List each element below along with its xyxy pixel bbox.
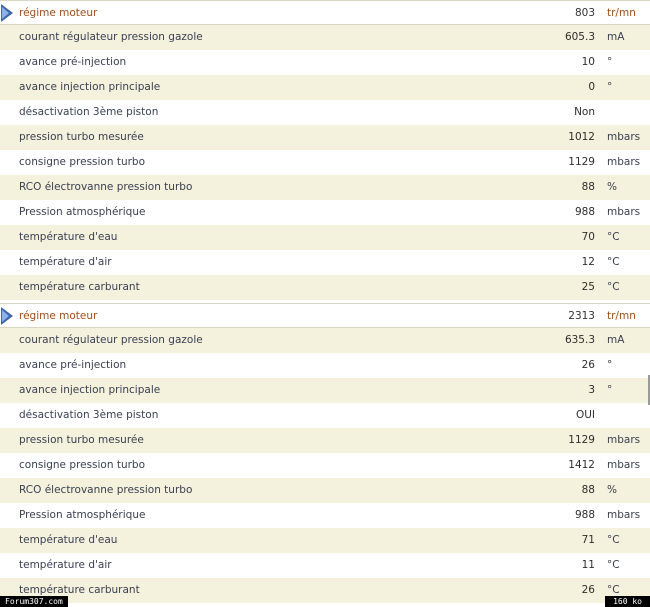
parameter-row: avance injection principale 0 °	[0, 75, 650, 100]
parameter-row: courant régulateur pression gazole 605.3…	[0, 25, 650, 50]
parameter-unit: °	[607, 81, 613, 93]
parameter-value: 26	[581, 584, 595, 596]
parameter-label: Pression atmosphérique	[19, 206, 146, 218]
parameter-unit: °	[607, 359, 613, 371]
parameter-label: courant régulateur pression gazole	[19, 334, 203, 346]
parameter-value: 0	[588, 81, 595, 93]
block-header-row[interactable]: régime moteur 803 tr/mn	[0, 0, 650, 25]
parameter-value: 26	[581, 359, 595, 371]
parameter-row: RCO électrovanne pression turbo 88 %	[0, 175, 650, 200]
parameter-label: température d'air	[19, 256, 112, 268]
parameter-row: RCO électrovanne pression turbo 88 %	[0, 478, 650, 503]
parameter-value: 11	[581, 559, 595, 571]
parameter-unit: mbars	[607, 131, 641, 143]
parameter-label: pression turbo mesurée	[19, 131, 144, 143]
parameter-block-1: régime moteur 803 tr/mn courant régulate…	[0, 0, 650, 300]
parameter-row: désactivation 3ème piston OUI	[0, 403, 650, 428]
parameter-label: désactivation 3ème piston	[19, 106, 159, 118]
parameter-label: avance pré-injection	[19, 56, 127, 68]
parameter-row: pression turbo mesurée 1012 mbars	[0, 125, 650, 150]
parameter-value: 988	[574, 509, 595, 521]
parameter-row: consigne pression turbo 1412 mbars	[0, 453, 650, 478]
source-watermark: Forum307.com	[0, 596, 68, 607]
parameter-value: 605.3	[564, 31, 595, 43]
parameter-value: OUI	[575, 409, 595, 421]
parameter-unit: °C	[607, 559, 620, 571]
expand-arrow-icon[interactable]	[1, 4, 13, 22]
file-size-badge: 160 ko	[605, 596, 650, 607]
parameter-value: 10	[581, 56, 595, 68]
parameter-unit: °	[607, 56, 613, 68]
parameter-row: température d'eau 71 °C	[0, 528, 650, 553]
parameter-value: 3	[588, 384, 595, 396]
header-label: régime moteur	[19, 310, 98, 322]
parameter-label: température d'eau	[19, 534, 118, 546]
parameter-label: température d'air	[19, 559, 112, 571]
parameter-value: Non	[574, 106, 595, 118]
parameter-row: désactivation 3ème piston Non	[0, 100, 650, 125]
parameter-row: consigne pression turbo 1129 mbars	[0, 150, 650, 175]
block-header-row[interactable]: régime moteur 2313 tr/mn	[0, 303, 650, 328]
parameter-label: avance injection principale	[19, 384, 161, 396]
header-unit: tr/mn	[607, 310, 636, 322]
parameter-row: pression turbo mesurée 1129 mbars	[0, 428, 650, 453]
parameter-value: 1012	[568, 131, 595, 143]
parameter-label: courant régulateur pression gazole	[19, 31, 203, 43]
parameter-value: 12	[581, 256, 595, 268]
parameter-row: température carburant 25 °C	[0, 275, 650, 300]
parameter-unit: °C	[607, 256, 620, 268]
parameter-label: Pression atmosphérique	[19, 509, 146, 521]
parameter-unit: mA	[607, 334, 625, 346]
parameter-unit: mbars	[607, 434, 641, 446]
parameter-row: Pression atmosphérique 988 mbars	[0, 503, 650, 528]
parameter-label: température d'eau	[19, 231, 118, 243]
parameter-row: température carburant 26 °C	[0, 578, 650, 603]
header-label: régime moteur	[19, 7, 98, 19]
parameter-unit: mbars	[607, 156, 641, 168]
parameter-row: courant régulateur pression gazole 635.3…	[0, 328, 650, 353]
parameter-block-2: régime moteur 2313 tr/mn courant régulat…	[0, 303, 650, 603]
parameter-unit: mbars	[607, 459, 641, 471]
parameter-unit: mA	[607, 31, 625, 43]
parameter-row: avance pré-injection 10 °	[0, 50, 650, 75]
expand-arrow-icon[interactable]	[1, 307, 13, 325]
parameter-value: 70	[581, 231, 595, 243]
parameter-row: température d'air 11 °C	[0, 553, 650, 578]
parameter-value: 635.3	[564, 334, 595, 346]
header-value: 2313	[568, 310, 595, 322]
parameter-value: 88	[581, 181, 595, 193]
parameter-value: 25	[581, 281, 595, 293]
parameter-unit: %	[607, 484, 617, 496]
parameter-label: RCO électrovanne pression turbo	[19, 484, 193, 496]
parameter-row: avance pré-injection 26 °	[0, 353, 650, 378]
parameter-label: avance injection principale	[19, 81, 161, 93]
parameter-row: avance injection principale 3 °	[0, 378, 650, 403]
parameter-label: pression turbo mesurée	[19, 434, 144, 446]
parameter-value: 1412	[568, 459, 595, 471]
parameter-value: 1129	[568, 434, 595, 446]
parameter-value: 88	[581, 484, 595, 496]
parameter-row: Pression atmosphérique 988 mbars	[0, 200, 650, 225]
parameter-label: consigne pression turbo	[19, 459, 146, 471]
parameter-label: température carburant	[19, 281, 140, 293]
parameter-value: 1129	[568, 156, 595, 168]
parameter-label: RCO électrovanne pression turbo	[19, 181, 193, 193]
parameter-unit: °	[607, 384, 613, 396]
parameter-row: température d'eau 70 °C	[0, 225, 650, 250]
header-unit: tr/mn	[607, 7, 636, 19]
parameter-unit: mbars	[607, 206, 641, 218]
parameter-unit: °C	[607, 231, 620, 243]
parameter-value: 71	[581, 534, 595, 546]
header-value: 803	[574, 7, 595, 19]
parameter-row: température d'air 12 °C	[0, 250, 650, 275]
parameter-value: 988	[574, 206, 595, 218]
parameter-unit: %	[607, 181, 617, 193]
parameter-unit: °C	[607, 281, 620, 293]
parameter-label: avance pré-injection	[19, 359, 127, 371]
parameter-unit: mbars	[607, 509, 641, 521]
parameter-unit: °C	[607, 534, 620, 546]
parameter-label: désactivation 3ème piston	[19, 409, 159, 421]
parameter-label: consigne pression turbo	[19, 156, 146, 168]
